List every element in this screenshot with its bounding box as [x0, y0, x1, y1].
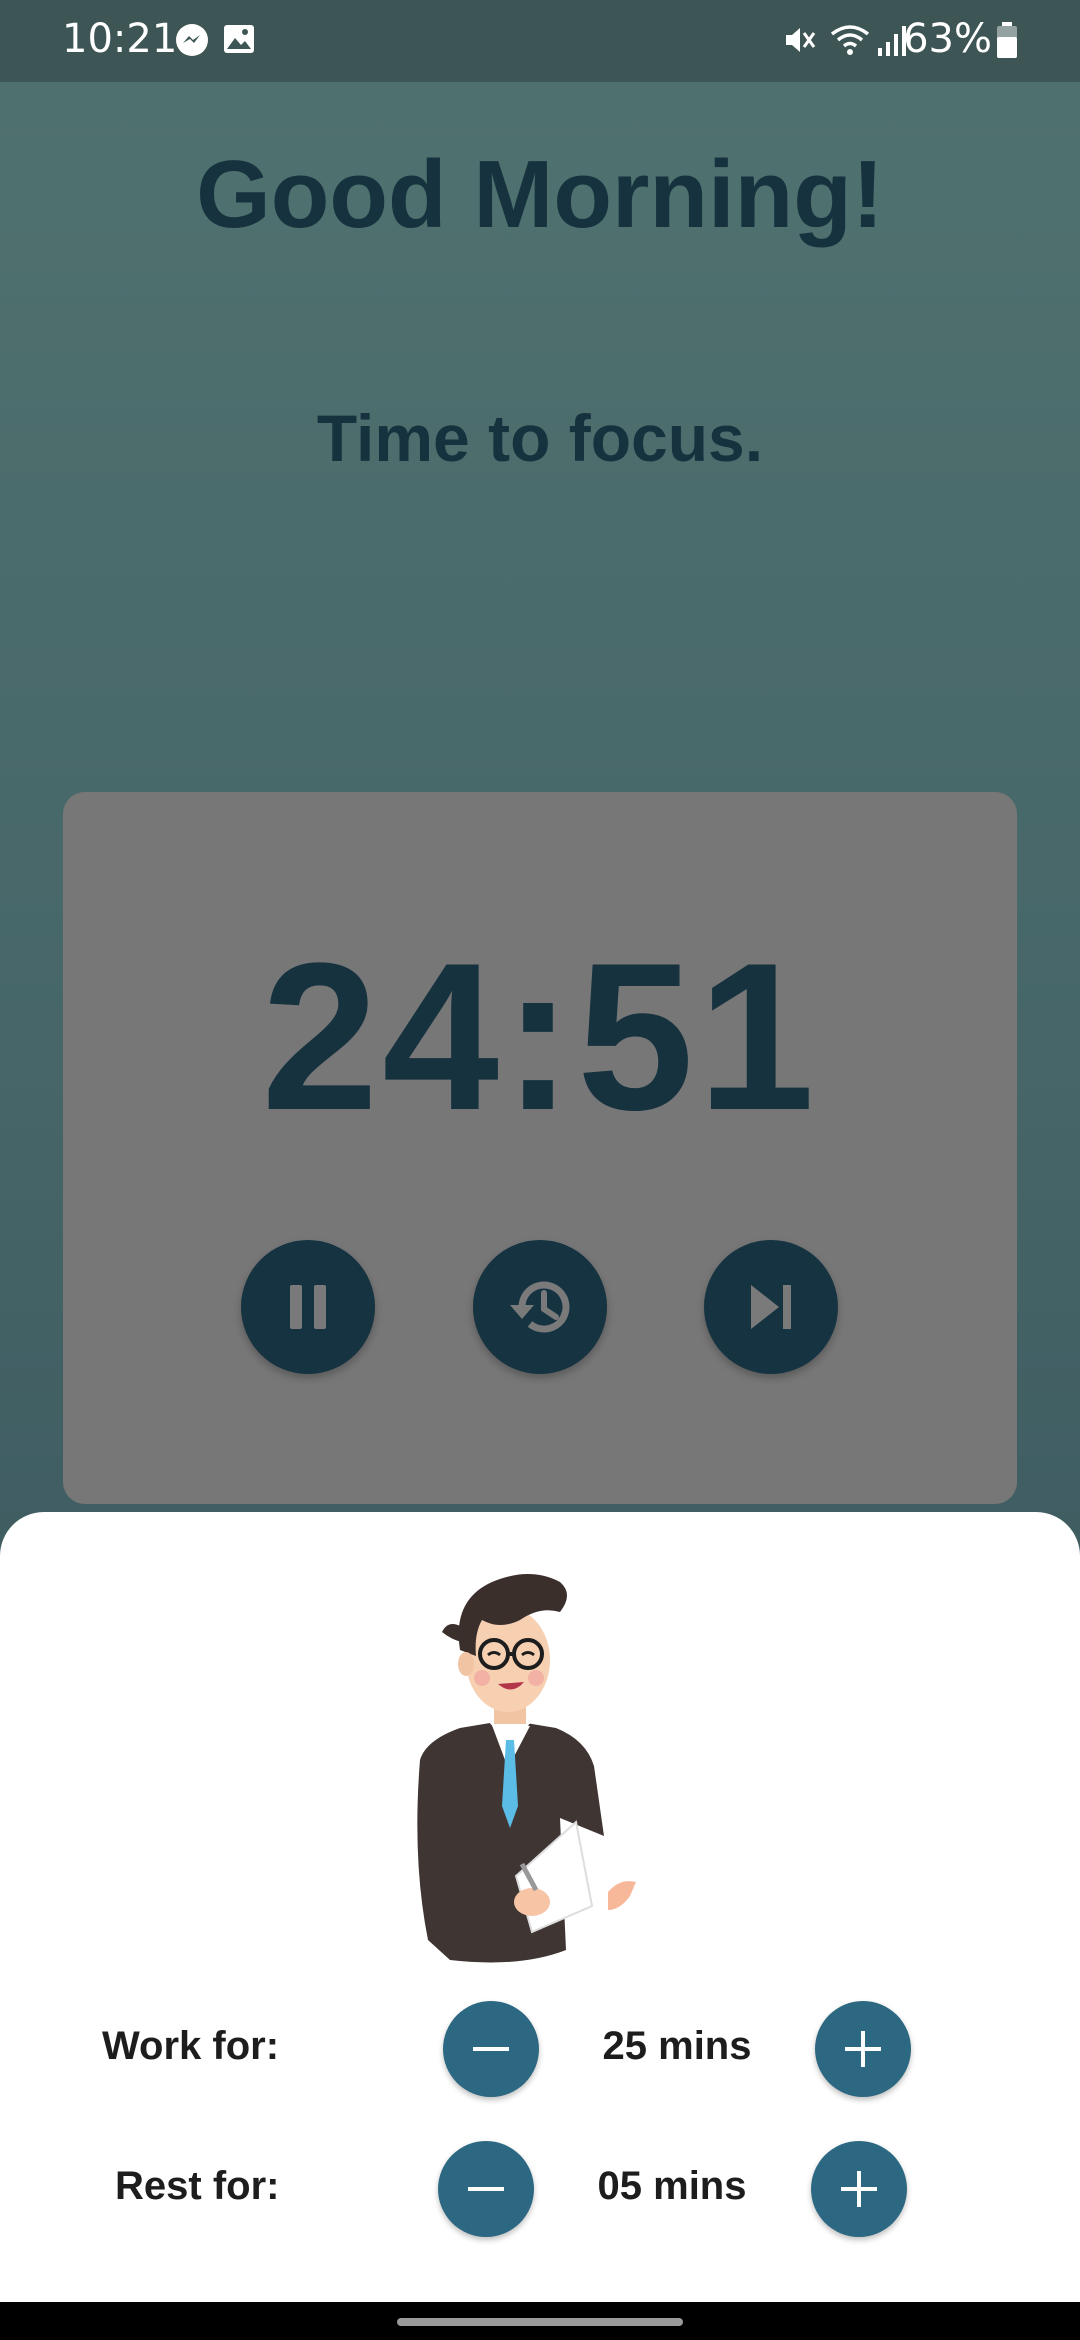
timer-card: 24:51	[63, 792, 1017, 1504]
work-increase-button[interactable]	[815, 2001, 911, 2097]
gallery-icon	[222, 22, 256, 60]
pause-button[interactable]	[241, 1240, 375, 1374]
work-label: Work for:	[102, 2024, 280, 2068]
rest-label: Rest for:	[115, 2164, 280, 2208]
rest-increase-button[interactable]	[811, 2141, 907, 2237]
minus-icon	[473, 2047, 509, 2051]
app-screen: 10:21 63% Good Morning! Time to focus. 2…	[0, 0, 1080, 2340]
greeting-title: Good Morning!	[196, 141, 884, 248]
timer-display: 24:51	[261, 919, 819, 1154]
mute-icon	[782, 22, 816, 62]
status-time: 10:21	[62, 16, 178, 62]
battery-icon	[996, 22, 1018, 64]
minus-icon	[468, 2187, 504, 2191]
work-decrease-button[interactable]	[443, 2001, 539, 2097]
pause-icon	[290, 1285, 326, 1329]
reset-button[interactable]	[473, 1240, 607, 1374]
work-duration-value: 25 mins	[602, 2024, 752, 2068]
status-bar: 10:21 63%	[0, 0, 1080, 82]
rest-decrease-button[interactable]	[438, 2141, 534, 2237]
skip-next-icon	[751, 1285, 791, 1329]
plus-icon	[845, 2031, 881, 2067]
rest-duration-value: 05 mins	[597, 2164, 747, 2208]
businessman-illustration	[390, 1560, 670, 1980]
home-gesture-handle[interactable]	[397, 2318, 683, 2326]
plus-icon	[841, 2171, 877, 2207]
system-nav-bar	[0, 2302, 1080, 2340]
skip-button[interactable]	[704, 1240, 838, 1374]
wifi-icon	[828, 22, 872, 62]
focus-subtitle: Time to focus.	[316, 401, 764, 475]
battery-percentage: 63%	[903, 16, 992, 62]
messenger-icon	[174, 22, 210, 62]
settings-sheet: Work for: 25 mins Rest for: 05 mins	[0, 1512, 1080, 2302]
history-icon	[510, 1281, 570, 1333]
